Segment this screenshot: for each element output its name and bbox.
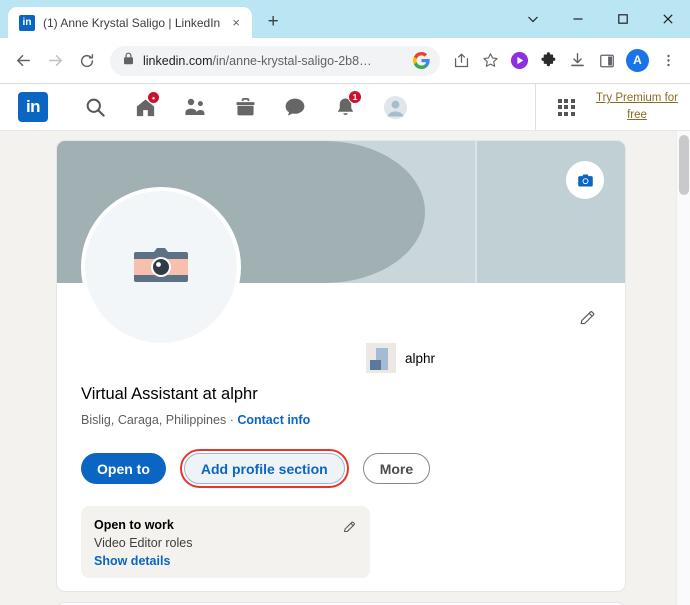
nav-my-network-icon[interactable] [170,84,220,130]
add-cover-photo-button[interactable] [566,161,604,199]
profile-card: alphr Virtual Assistant at alphr Bislig,… [56,140,626,592]
address-bar[interactable]: linkedin.com/in/anne-krystal-saligo-2b8… [110,45,440,76]
open-to-button[interactable]: Open to [81,453,166,484]
browser-window: in (1) Anne Krystal Saligo | LinkedIn × … [0,0,690,605]
nav-search-icon[interactable] [70,84,120,130]
media-play-icon[interactable] [506,46,533,76]
close-window-icon[interactable] [645,0,690,38]
chevron-down-icon[interactable] [510,0,555,38]
add-profile-section-highlight: Add profile section [179,449,349,488]
camera-icon [577,173,593,187]
url-host: linkedin.com [143,53,213,68]
reload-icon[interactable] [72,46,102,76]
browser-titlebar: in (1) Anne Krystal Saligo | LinkedIn × … [0,0,690,38]
notifications-badge: 1 [348,90,362,104]
pencil-icon [343,521,355,532]
forward-icon[interactable] [40,46,70,76]
profile-headline: Virtual Assistant at alphr [81,385,258,403]
alphr-logo-icon [366,343,396,373]
browser-tab[interactable]: in (1) Anne Krystal Saligo | LinkedIn × [8,7,253,38]
open-to-work-roles: Video Editor roles [94,536,193,550]
linkedin-navbar: in • 1 Try Premium for free [0,84,690,131]
work-grid-icon[interactable] [546,84,586,130]
try-premium-link[interactable]: Try Premium for free [590,90,684,124]
maximize-icon[interactable] [600,0,645,38]
nav-notifications-icon[interactable]: 1 [320,84,370,130]
back-icon[interactable] [8,46,38,76]
google-search-icon[interactable] [413,52,430,69]
edit-open-to-work-button[interactable] [339,517,359,537]
url-path: /in/anne-krystal-saligo-2b8… [212,53,372,68]
more-button[interactable]: More [362,453,431,484]
share-icon[interactable] [448,46,475,76]
add-profile-section-button[interactable]: Add profile section [183,453,345,484]
linkedin-favicon: in [19,14,35,31]
browser-toolbar: linkedin.com/in/anne-krystal-saligo-2b8… [0,38,690,84]
location-separator: · [226,413,238,427]
nav-home-icon[interactable]: • [120,84,170,130]
home-badge: • [147,91,160,104]
url-text: linkedin.com/in/anne-krystal-saligo-2b8… [143,54,404,68]
linkedin-nav-right: Try Premium for free [535,84,690,130]
browser-profile-avatar[interactable]: A [626,49,649,72]
profile-location-row: Bislig, Caraga, Philippines · Contact in… [81,413,310,427]
nav-me-avatar[interactable] [370,84,420,130]
window-controls [510,0,690,38]
scrollbar-thumb[interactable] [679,135,689,195]
extensions-puzzle-icon[interactable] [535,46,562,76]
profile-action-buttons: Open to Add profile section More [81,449,431,488]
downloads-icon[interactable] [564,46,591,76]
bookmark-star-icon[interactable] [477,46,504,76]
grid-dots [557,98,575,116]
open-to-work-title: Open to work [94,518,174,532]
nav-jobs-icon[interactable] [220,84,270,130]
contact-info-link[interactable]: Contact info [237,413,310,427]
company-name-label: alphr [405,350,436,366]
linkedin-page-body: alphr Virtual Assistant at alphr Bislig,… [0,131,690,605]
nav-messaging-icon[interactable] [270,84,320,130]
camera-placeholder-icon [134,248,188,282]
tab-title: (1) Anne Krystal Saligo | LinkedIn [43,15,221,30]
side-panel-icon[interactable] [593,46,620,76]
location-text: Bislig, Caraga, Philippines [81,413,227,427]
page-scrollbar[interactable] [676,131,690,605]
current-company[interactable]: alphr [366,343,435,373]
show-details-link[interactable]: Show details [94,552,170,571]
pencil-icon [580,310,594,324]
new-tab-button[interactable]: + [259,8,287,36]
lock-icon [123,52,134,70]
close-tab-icon[interactable]: × [228,15,244,31]
edit-intro-button[interactable] [571,302,603,334]
linkedin-nav-items: • 1 [70,84,420,130]
profile-avatar[interactable] [81,187,241,347]
cover-shape-right [477,141,625,283]
chrome-menu-icon[interactable] [655,46,682,76]
minimize-icon[interactable] [555,0,600,38]
open-to-work-card: Open to work Video Editor roles Show det… [81,506,370,578]
linkedin-logo[interactable]: in [18,92,48,122]
tab-strip: in (1) Anne Krystal Saligo | LinkedIn × … [0,0,287,38]
